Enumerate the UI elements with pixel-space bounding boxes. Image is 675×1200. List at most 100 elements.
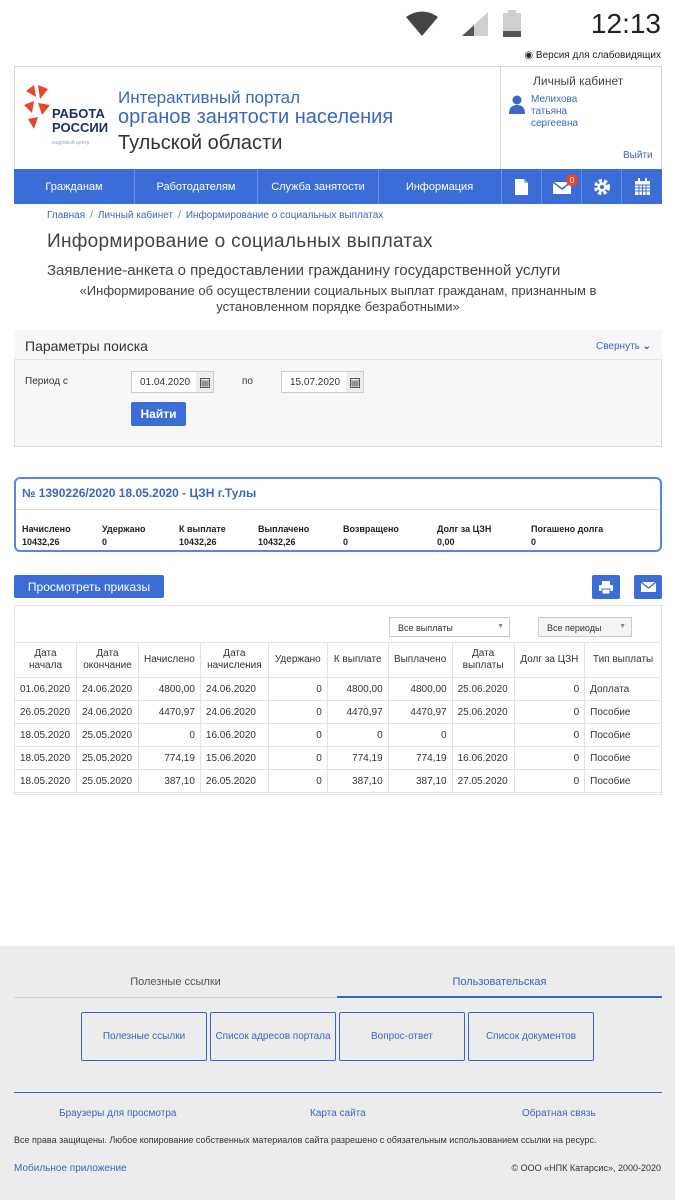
date-from-calendar-button[interactable] (196, 371, 214, 393)
col-header-end-date[interactable]: Дата окончание (75, 642, 139, 678)
footer-divider (14, 1092, 662, 1093)
page-subtitle: Заявление-анкета о предоставлении гражда… (47, 262, 561, 279)
footer-tab-user[interactable]: Пользовательская (337, 976, 662, 988)
periods-filter-select[interactable]: Все периоды ▼ (538, 617, 632, 637)
signal-icon (462, 12, 488, 36)
payments-table: Дата начала Дата окончание Начислено Дат… (14, 642, 662, 793)
cell-paid: 0 (387, 723, 453, 747)
col-header-paid[interactable]: Выплачено (387, 642, 453, 678)
logo-subtitle: кадровый центр (52, 140, 90, 146)
footer-box-portal-addresses[interactable]: Список адресов портала (210, 1012, 336, 1061)
user-name-line3: сергеевна (531, 118, 579, 129)
nav-item-employment-service[interactable]: Служба занятости (258, 169, 379, 204)
battery-icon (503, 10, 521, 37)
calendar-icon (349, 377, 360, 388)
summary-value-debt-repaid: 0 (531, 537, 537, 547)
nav-item-information[interactable]: Информация (379, 169, 500, 204)
nav-documents-button[interactable] (501, 169, 541, 204)
cell-withheld: 0 (267, 723, 328, 747)
date-to-calendar-button[interactable] (346, 371, 364, 393)
payments-filter-value: Все выплаты (398, 623, 453, 633)
nav-settings-button[interactable] (581, 169, 621, 204)
dropdown-arrow-icon: ▼ (497, 623, 504, 630)
nav-mail-button[interactable]: 0 (541, 169, 581, 204)
col-header-to-pay[interactable]: К выплате (326, 642, 389, 678)
cell-withheld: 0 (267, 769, 328, 793)
summary-value-debt: 0,00 (437, 537, 455, 547)
cell-payment-date: 25.06.2020 (451, 677, 515, 701)
cell-withheld: 0 (267, 700, 328, 724)
cell-debt: 0 (513, 723, 586, 747)
period-to-label: по (242, 376, 253, 387)
periods-filter-value: Все периоды (547, 623, 602, 633)
service-name-line2: установленном порядке безработными» (216, 299, 460, 314)
summary-label-returned: Возвращено (343, 524, 399, 534)
col-header-start-date[interactable]: Дата начала (14, 642, 77, 678)
status-bar (0, 0, 675, 44)
col-header-payment-type[interactable]: Тип выплаты (584, 642, 662, 678)
nav-item-citizens[interactable]: Гражданам (14, 169, 135, 204)
accessibility-version-link[interactable]: ◉ Версия для слабовидящих (524, 50, 661, 61)
cell-to-pay: 4800,00 (326, 677, 389, 701)
table-row: 18.05.2020 25.05.2020 0 16.06.2020 0 0 0… (14, 723, 662, 747)
dropdown-arrow-icon: ▼ (619, 623, 626, 630)
footer-box-documents[interactable]: Список документов (468, 1012, 594, 1061)
gear-icon (593, 178, 610, 195)
accessibility-version-label: Версия для слабовидящих (535, 50, 661, 61)
table-row: 18.05.2020 25.05.2020 774,19 15.06.2020 … (14, 746, 662, 770)
cell-paid: 4800,00 (387, 677, 453, 701)
cell-accrual-date: 15.06.2020 (199, 746, 269, 770)
print-button[interactable] (592, 575, 620, 599)
nav-item-employers[interactable]: Работодателям (135, 169, 258, 204)
wifi-icon (406, 11, 438, 36)
find-button[interactable]: Найти (131, 402, 186, 426)
nav-calendar-button[interactable] (621, 169, 662, 204)
cell-payment-date: 27.05.2020 (451, 769, 515, 793)
footer-tab-useful-links[interactable]: Полезные ссылки (14, 976, 337, 988)
record-title[interactable]: № 1390226/2020 18.05.2020 - ЦЗН г.Тулы (22, 486, 256, 500)
logout-link[interactable]: Выйти (623, 150, 653, 161)
portal-title-line3: Тульской области (118, 132, 283, 154)
cell-end-date: 25.05.2020 (75, 723, 139, 747)
cell-start-date: 18.05.2020 (14, 723, 77, 747)
col-header-accrual-date[interactable]: Дата начисления (199, 642, 269, 678)
breadcrumb-cabinet[interactable]: Личный кабинет (98, 210, 173, 221)
service-name: «Информирование об осуществлении социаль… (14, 283, 662, 315)
table-row: 01.06.2020 24.06.2020 4800,00 24.06.2020… (14, 677, 662, 701)
footer-box-faq[interactable]: Вопрос-ответ (339, 1012, 465, 1061)
view-orders-button[interactable]: Просмотреть приказы (14, 575, 164, 598)
cabinet-user-name[interactable]: Мелихова татьяна сергеевна (531, 94, 578, 130)
breadcrumb-home[interactable]: Главная (47, 210, 85, 221)
logo-text[interactable]: РАБОТА РОССИИ (52, 107, 108, 135)
cell-accrual-date: 16.06.2020 (199, 723, 269, 747)
cell-to-pay: 4470,97 (326, 700, 389, 724)
page-title: Информирование о социальных выплатах (47, 231, 433, 252)
col-header-accrued[interactable]: Начислено (137, 642, 201, 678)
cell-payment-type: Доплата (584, 677, 662, 701)
logo-mark-icon (24, 85, 50, 129)
footer-box-useful-links[interactable]: Полезные ссылки (81, 1012, 207, 1061)
footer-mobile-app-link[interactable]: Мобильное приложение (14, 1163, 127, 1174)
table-row: 26.05.2020 24.06.2020 4470,97 24.06.2020… (14, 700, 662, 724)
cell-start-date: 01.06.2020 (14, 677, 77, 701)
summary-label-accrued: Начислено (22, 524, 71, 534)
eye-icon: ◉ (524, 50, 534, 61)
cell-accrued: 0 (137, 723, 201, 747)
footer-link-sitemap[interactable]: Карта сайта (310, 1108, 366, 1119)
email-button[interactable] (634, 575, 662, 599)
breadcrumb-current[interactable]: Информирование о социальных выплатах (186, 210, 383, 221)
cell-start-date: 18.05.2020 (14, 746, 77, 770)
summary-value-returned: 0 (343, 537, 349, 547)
calendar-icon (199, 377, 210, 388)
col-header-debt[interactable]: Долг за ЦЗН (513, 642, 586, 678)
footer-link-browsers[interactable]: Браузеры для просмотра (59, 1108, 176, 1119)
footer-link-feedback[interactable]: Обратная связь (522, 1108, 596, 1119)
logo-text-line1: РАБОТА (52, 106, 105, 121)
col-header-withheld[interactable]: Удержано (267, 642, 328, 678)
cell-accrued: 4800,00 (137, 677, 201, 701)
payments-filter-select[interactable]: Все выплаты ▼ (389, 617, 510, 637)
record-divider (16, 509, 660, 510)
collapse-toggle[interactable]: Свернуть ⌄ (596, 341, 651, 352)
col-header-payment-date[interactable]: Дата выплаты (451, 642, 515, 678)
cell-withheld: 0 (267, 677, 328, 701)
